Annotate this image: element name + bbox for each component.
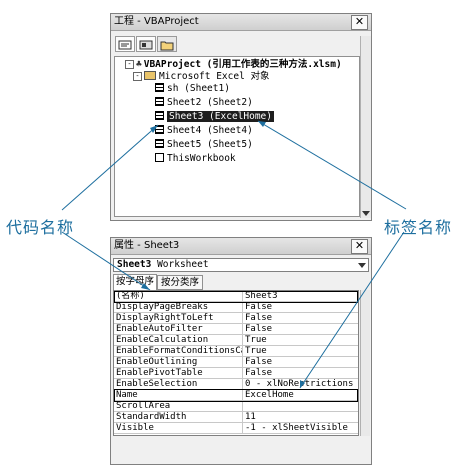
property-value[interactable]: False	[245, 313, 357, 323]
properties-scrollbar[interactable]	[360, 290, 370, 436]
property-row[interactable]: (名称) Sheet3	[114, 291, 358, 302]
property-value[interactable]: 11	[245, 412, 357, 422]
property-name: (名称)	[116, 291, 145, 301]
close-icon[interactable]: ✕	[351, 239, 368, 254]
workbook-icon	[155, 153, 164, 162]
code-name-annotation: 代码名称	[6, 218, 75, 237]
scroll-down-arrow-icon[interactable]	[362, 211, 370, 216]
worksheet-icon	[155, 139, 164, 148]
view-code-icon[interactable]	[115, 36, 135, 52]
tree-item-thisworkbook[interactable]: ThisWorkbook	[155, 153, 236, 165]
property-name: EnableCalculation	[116, 335, 209, 345]
property-value[interactable]: False	[245, 324, 357, 334]
property-row[interactable]: EnablePivotTable False	[114, 368, 358, 379]
view-object-icon[interactable]	[136, 36, 156, 52]
property-row[interactable]: EnableFormatConditionsCalcuTrue	[114, 346, 358, 357]
property-row[interactable]: StandardWidth 11	[114, 412, 358, 423]
worksheet-icon	[155, 111, 164, 120]
tree-folder-excel-objects[interactable]: - Microsoft Excel 对象	[133, 71, 270, 83]
project-explorer-pane: 工程 - VBAProject ✕ - ♣ VBAProject (引用工作表的三种…	[110, 13, 372, 221]
property-row[interactable]: Name ExcelHome	[114, 390, 358, 401]
property-name: Visible	[116, 423, 154, 433]
tree-item-sheet5[interactable]: Sheet5 (Sheet5)	[155, 139, 253, 151]
folder-icon	[144, 71, 156, 80]
worksheet-icon	[155, 97, 164, 106]
vba-project-icon: ♣	[136, 59, 142, 70]
property-row[interactable]: EnableAutoFilter False	[114, 324, 358, 335]
tree-item-sheet4[interactable]: Sheet4 (Sheet4)	[155, 125, 253, 137]
expand-minus-icon[interactable]: -	[125, 60, 134, 69]
property-value[interactable]: False	[245, 357, 357, 367]
close-icon[interactable]: ✕	[351, 15, 368, 30]
property-name: DisplayPageBreaks	[116, 302, 209, 312]
property-value[interactable]: -1 - xlSheetVisible	[245, 423, 357, 433]
worksheet-icon	[155, 83, 164, 92]
tree-item-sheet3[interactable]: Sheet3 (ExcelHome)	[155, 111, 274, 123]
properties-title: 属性 - Sheet3	[111, 238, 371, 255]
project-explorer-title: 工程 - VBAProject	[111, 14, 371, 31]
tree-item-sheet2[interactable]: Sheet2 (Sheet2)	[155, 97, 253, 109]
property-value[interactable]: ExcelHome	[245, 390, 357, 400]
property-name: DisplayRightToLeft	[116, 313, 214, 323]
property-name: EnablePivotTable	[116, 368, 203, 378]
project-tree[interactable]: - ♣ VBAProject (引用工作表的三种方法.xlsm) - Microsof…	[114, 56, 360, 217]
properties-pane: 属性 - Sheet3 ✕ Sheet3 Worksheet 按字母序 按分类序…	[110, 237, 372, 465]
property-row[interactable]: DisplayRightToLeft False	[114, 313, 358, 324]
toggle-folders-icon[interactable]	[157, 36, 177, 52]
property-name: EnableAutoFilter	[116, 324, 203, 334]
project-tree-scrollbar[interactable]	[360, 36, 371, 218]
property-value[interactable]: True	[245, 335, 357, 345]
chevron-down-icon[interactable]	[358, 263, 366, 268]
property-row[interactable]: ScrollArea	[114, 401, 358, 412]
property-row[interactable]: EnableOutlining False	[114, 357, 358, 368]
property-name: ScrollArea	[116, 401, 171, 411]
property-value[interactable]: True	[245, 346, 357, 356]
properties-grid: (名称) Sheet3 DisplayPageBreaks False Displa…	[113, 290, 359, 436]
tab-categorized[interactable]: 按分类序	[157, 275, 203, 290]
property-value[interactable]: False	[245, 368, 357, 378]
worksheet-icon	[155, 125, 164, 134]
property-name: EnableFormatConditionsCalcu	[116, 346, 242, 356]
property-name: Name	[116, 390, 138, 400]
tree-root[interactable]: - ♣ VBAProject (引用工作表的三种方法.xlsm)	[125, 59, 342, 71]
property-name: EnableSelection	[116, 379, 198, 389]
property-value[interactable]: False	[245, 302, 357, 312]
property-row[interactable]: Visible -1 - xlSheetVisible	[114, 423, 358, 434]
property-name: EnableOutlining	[116, 357, 198, 367]
sheet3-code-name: Sheet3	[169, 111, 204, 122]
property-value[interactable]: Sheet3	[245, 291, 357, 301]
tab-name-annotation: 标签名称	[384, 218, 453, 237]
property-row[interactable]: DisplayPageBreaks False	[114, 302, 358, 313]
tree-item-sheet1[interactable]: sh (Sheet1)	[155, 83, 230, 95]
expand-minus-icon[interactable]: -	[133, 72, 142, 81]
property-row[interactable]: EnableSelection 0 - xlNoRestrictions	[114, 379, 358, 390]
tab-alphabetic[interactable]: 按字母序	[113, 274, 157, 290]
property-value[interactable]: 0 - xlNoRestrictions	[245, 379, 357, 389]
property-name: StandardWidth	[116, 412, 187, 422]
object-selector-dropdown[interactable]: Sheet3 Worksheet	[113, 258, 369, 272]
property-row[interactable]: EnableCalculation True	[114, 335, 358, 346]
sheet3-tab-name: ExcelHome	[214, 111, 267, 122]
